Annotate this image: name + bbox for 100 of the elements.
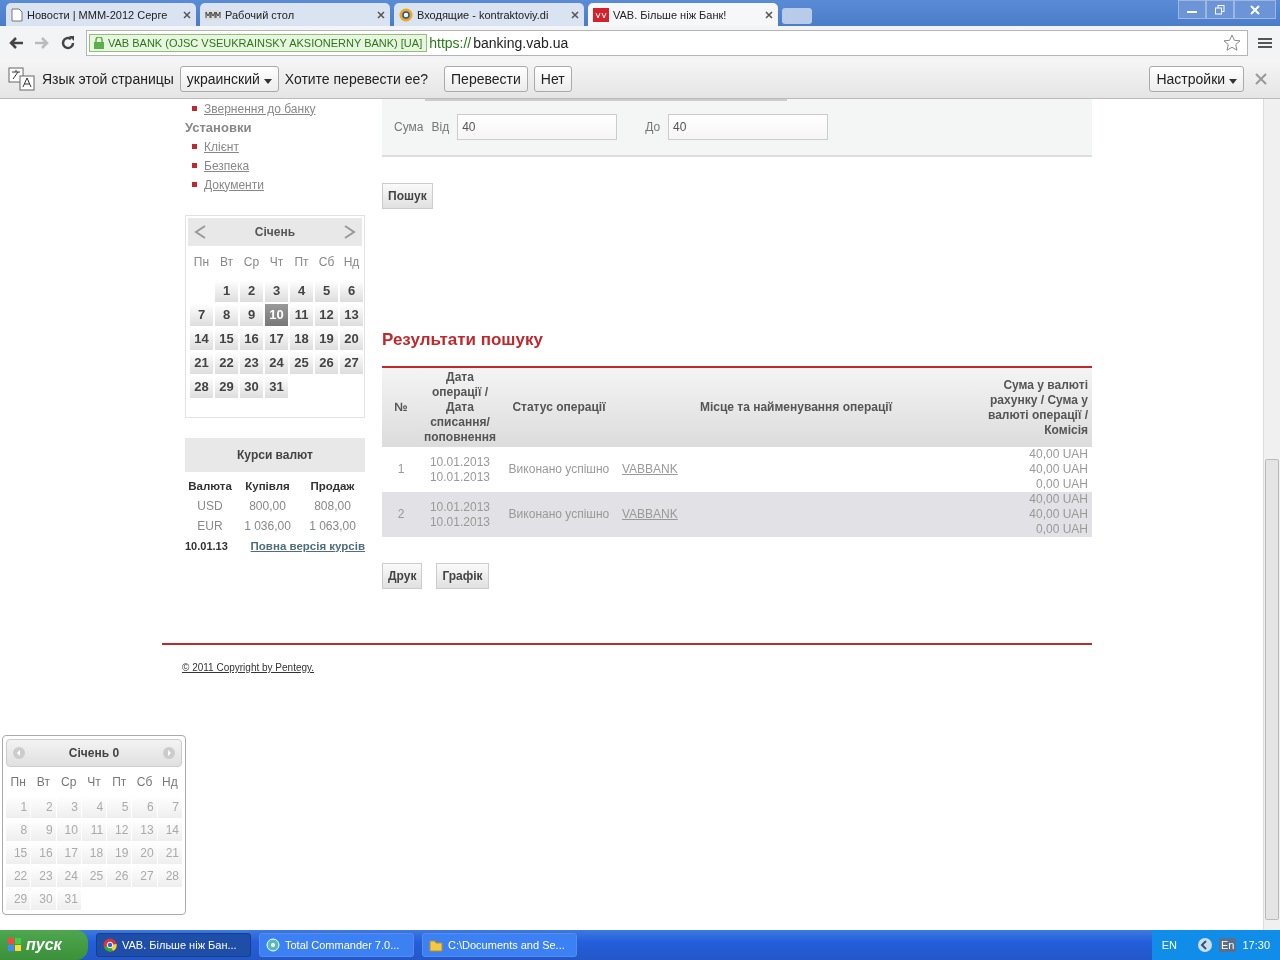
reload-icon[interactable] [60,35,76,51]
calendar-day[interactable]: 15 [215,328,238,350]
close-icon [1250,4,1260,15]
back-icon[interactable] [8,36,24,50]
next-icon[interactable] [163,747,175,759]
calendar-day[interactable]: 16 [240,328,263,350]
close-button[interactable] [1234,0,1276,19]
weekday-label: Чт [86,774,102,791]
folder-icon [429,938,443,952]
url-host: banking.vab.ua [473,35,570,51]
restore-button[interactable] [1206,0,1234,19]
weekday-label: Пн [192,254,211,271]
column-header: Продаж [309,479,356,494]
action-button[interactable]: Графік [436,563,489,589]
caret-icon [263,79,272,84]
search-button[interactable]: Пошук [382,183,433,209]
calendar-day[interactable]: 20 [340,328,363,350]
calendar-day[interactable]: 14 [190,328,213,350]
close-icon[interactable] [377,10,385,19]
logo-icon [205,9,221,20]
calendar-day[interactable]: 23 [240,352,263,374]
input-field[interactable]: 40 [668,114,829,140]
decline-button[interactable]: Нет [533,66,572,92]
settings-dropdown[interactable]: Настройки [1149,66,1244,92]
calendar-day[interactable]: 31 [265,376,288,398]
calendar-day[interactable]: 1 [215,280,238,302]
weekday-label: Нд [342,254,361,271]
full-rates-link[interactable]: Повна версія курсів [235,536,365,556]
previous-icon[interactable] [13,747,25,759]
calendar-day[interactable]: 29 [215,376,238,398]
browser-tab[interactable]: Входящие - kontraktoviy.di [394,3,584,26]
calendar-day[interactable]: 11 [290,304,313,326]
translate-icon [8,67,36,91]
translate-button[interactable]: Перевести [444,66,528,92]
calendar-day[interactable]: 26 [315,352,338,374]
table-cell: 1 [382,447,420,492]
tray-language[interactable]: En [1219,938,1237,952]
calendar-day[interactable]: 19 [315,328,338,350]
calendar-day[interactable]: 17 [265,328,288,350]
calendar-day[interactable]: 30 [240,376,263,398]
weekday-label: Вт [35,774,51,791]
column-header: Сума у валюті рахунку / Сума у валюті операції / Комісія [974,367,1092,447]
browser-tab[interactable]: VAB. Більше ніж Банк! [588,3,778,26]
sidebar-link[interactable]: Безпека [204,158,250,173]
language-dropdown[interactable]: украинский [179,66,279,92]
taskbar-item[interactable]: C:\Documents and Se... [422,933,577,957]
weekday-label: Пт [111,774,128,791]
clock: 17:30 [1242,939,1270,951]
calendar-day[interactable]: 7 [190,304,213,326]
field-label: Від [431,120,450,134]
sidebar-link[interactable]: Клієнт [204,139,239,154]
calendar-day[interactable]: 25 [290,352,313,374]
next-icon[interactable] [344,224,356,240]
weekday-label: Сб [317,254,336,271]
calendar-day[interactable]: 13 [340,304,363,326]
previous-icon[interactable] [194,224,206,240]
calendar-day[interactable]: 12 [315,304,338,326]
taskbar-item[interactable]: VAB. Більше ніж Бан... [96,933,251,957]
table-cell: 2 [382,492,420,537]
back-icon[interactable] [1197,937,1213,953]
calendar-day[interactable]: 6 [340,280,363,302]
browser-tab[interactable]: Рабочий стол [200,3,390,26]
table-cell: Виконано успішно [499,492,618,537]
address-bar[interactable]: VAB BANK (OJSC VSEUKRAINSKY AKSIONERNY BANK) [UA] https://banking.vab.ua [86,30,1248,56]
calendar-day[interactable]: 9 [240,304,263,326]
taskbar-item[interactable]: Total Commander 7.0... [259,933,414,957]
sidebar-link[interactable]: Звернення до банку [204,101,316,116]
menu-icon[interactable] [1258,37,1272,49]
close-icon[interactable] [765,10,773,19]
restore-icon [1215,4,1225,15]
weekday-label: Нд [161,774,179,791]
table-cell-text: 808,00 [313,498,352,515]
close-icon[interactable] [571,10,579,19]
calendar-day[interactable]: 3 [265,280,288,302]
sidebar-link[interactable]: Документи [204,177,264,192]
forward-icon[interactable] [34,36,50,50]
close-icon[interactable] [183,10,191,19]
action-button[interactable]: Друк [382,563,423,589]
calendar-day[interactable]: 24 [265,352,288,374]
security-identity[interactable]: VAB BANK (OJSC VSEUKRAINSKY AKSIONERNY BANK) [UA] [89,34,428,52]
calendar-day[interactable]: 27 [340,352,363,374]
mail-icon [399,7,413,22]
column-header: Статус операції [499,367,618,447]
calendar-day[interactable]: 28 [190,376,213,398]
browser-tab[interactable]: Новости | МММ-2012 Серге [6,3,196,26]
minimize-button[interactable] [1178,0,1206,19]
scrollbar[interactable] [1263,99,1280,930]
input-field[interactable]: 40 [457,114,618,140]
star-icon[interactable] [1223,34,1241,52]
language-indicator[interactable]: EN [1161,939,1177,951]
calendar-day[interactable]: 2 [240,280,263,302]
weekday-label: Пт [293,254,310,271]
calendar-day[interactable]: 22 [215,352,238,374]
calendar-day[interactable]: 8 [215,304,238,326]
copyright-link[interactable]: © 2011 Copyright by Pentegy. [182,662,315,673]
calendar-day[interactable]: 18 [290,328,313,350]
calendar-day[interactable]: 10 [265,304,288,326]
calendar-day[interactable]: 21 [190,352,213,374]
calendar-day[interactable]: 5 [315,280,338,302]
calendar-day[interactable]: 4 [290,280,313,302]
